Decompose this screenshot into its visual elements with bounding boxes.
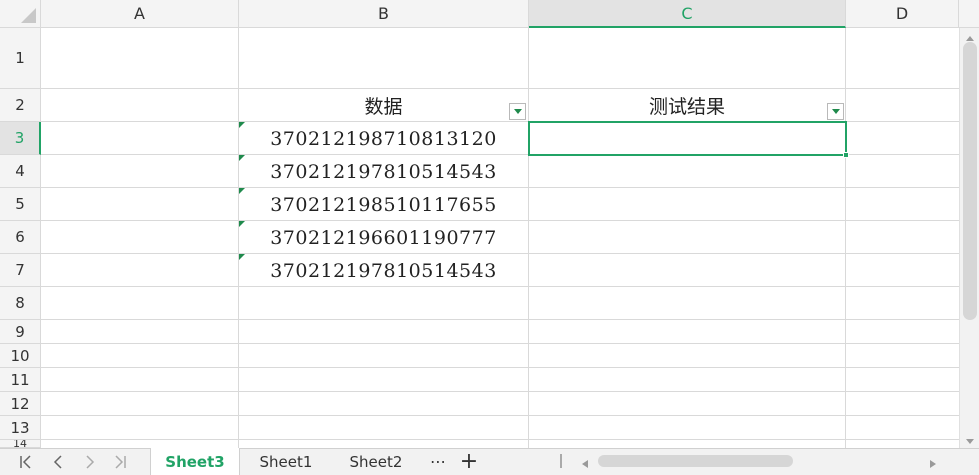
- gridline: [845, 28, 846, 448]
- row-header-14[interactable]: 14: [0, 440, 41, 448]
- column-header-c[interactable]: C: [529, 0, 846, 28]
- cell-b6-text: 370212196601190777: [270, 226, 497, 249]
- horizontal-scroll-thumb[interactable]: [598, 455, 793, 467]
- cell-b4-text: 370212197810514543: [270, 160, 497, 183]
- more-sheets-button[interactable]: ⋯: [424, 448, 452, 475]
- selected-cell-c3[interactable]: [528, 121, 847, 156]
- gridline: [41, 343, 959, 344]
- cell-b3[interactable]: 370212198710813120: [239, 122, 528, 155]
- scroll-right-icon[interactable]: [926, 455, 940, 468]
- gridline: [41, 367, 959, 368]
- select-all-corner[interactable]: [0, 0, 41, 28]
- cell-b5-text: 370212198510117655: [270, 193, 497, 216]
- row-header-6[interactable]: 6: [0, 221, 41, 254]
- gridline: [41, 319, 959, 320]
- add-sheet-button[interactable]: +: [456, 448, 482, 475]
- cell-b2-text: 数据: [364, 96, 403, 118]
- text-format-indicator-icon: [239, 155, 245, 161]
- row-header-13[interactable]: 13: [0, 416, 41, 440]
- gridline: [41, 391, 959, 392]
- sheet-tab-bar: [0, 448, 979, 475]
- scroll-left-icon[interactable]: [578, 455, 592, 468]
- row-header-5[interactable]: 5: [0, 188, 41, 221]
- cell-c2-header[interactable]: 测试结果: [529, 89, 845, 122]
- filter-arrow-icon: [513, 109, 522, 114]
- sheet-tab-sheet2[interactable]: Sheet2: [332, 448, 420, 475]
- row-header-10[interactable]: 10: [0, 344, 41, 368]
- column-header-b[interactable]: B: [239, 0, 529, 28]
- tab-split-handle[interactable]: [560, 454, 562, 468]
- sheet-tab-sheet3[interactable]: Sheet3: [150, 448, 240, 475]
- column-header-d[interactable]: D: [846, 0, 959, 28]
- text-format-indicator-icon: [239, 188, 245, 194]
- cell-c2-text: 测试结果: [648, 96, 725, 118]
- vertical-scrollbar[interactable]: [959, 28, 979, 448]
- cell-b5[interactable]: 370212198510117655: [239, 188, 528, 221]
- row-header-7[interactable]: 7: [0, 254, 41, 287]
- select-all-triangle-icon: [21, 8, 36, 23]
- text-format-indicator-icon: [239, 221, 245, 227]
- row-header-8[interactable]: 8: [0, 287, 41, 320]
- text-format-indicator-icon: [239, 254, 245, 260]
- filter-dropdown-button[interactable]: [509, 103, 526, 120]
- cell-b3-text: 370212198710813120: [270, 127, 497, 150]
- prev-sheet-icon[interactable]: [44, 448, 72, 475]
- column-header-a[interactable]: A: [41, 0, 239, 28]
- scroll-up-icon[interactable]: [964, 30, 976, 42]
- row-header-4[interactable]: 4: [0, 155, 41, 188]
- vertical-scroll-thumb[interactable]: [963, 42, 977, 320]
- row-header-3[interactable]: 3: [0, 122, 41, 155]
- cell-b4[interactable]: 370212197810514543: [239, 155, 528, 188]
- gridline: [41, 439, 959, 440]
- cell-b2-header[interactable]: 数据: [239, 89, 528, 122]
- row-header-1[interactable]: 1: [0, 28, 41, 89]
- cell-b7[interactable]: 370212197810514543: [239, 254, 528, 287]
- text-format-indicator-icon: [239, 122, 245, 128]
- row-header-11[interactable]: 11: [0, 368, 41, 392]
- row-header-2[interactable]: 2: [0, 89, 41, 122]
- cell-b7-text: 370212197810514543: [270, 259, 497, 282]
- scroll-down-icon[interactable]: [964, 432, 976, 444]
- gridline: [41, 415, 959, 416]
- sheet-tab-sheet1[interactable]: Sheet1: [242, 448, 330, 475]
- filter-arrow-icon: [831, 109, 840, 114]
- row-header-12[interactable]: 12: [0, 392, 41, 416]
- cell-b6[interactable]: 370212196601190777: [239, 221, 528, 254]
- last-sheet-icon[interactable]: [106, 448, 134, 475]
- header-filler: [959, 0, 979, 28]
- fill-handle[interactable]: [843, 152, 849, 158]
- filter-dropdown-button[interactable]: [827, 103, 844, 120]
- next-sheet-icon[interactable]: [76, 448, 104, 475]
- first-sheet-icon[interactable]: [12, 448, 40, 475]
- row-header-9[interactable]: 9: [0, 320, 41, 344]
